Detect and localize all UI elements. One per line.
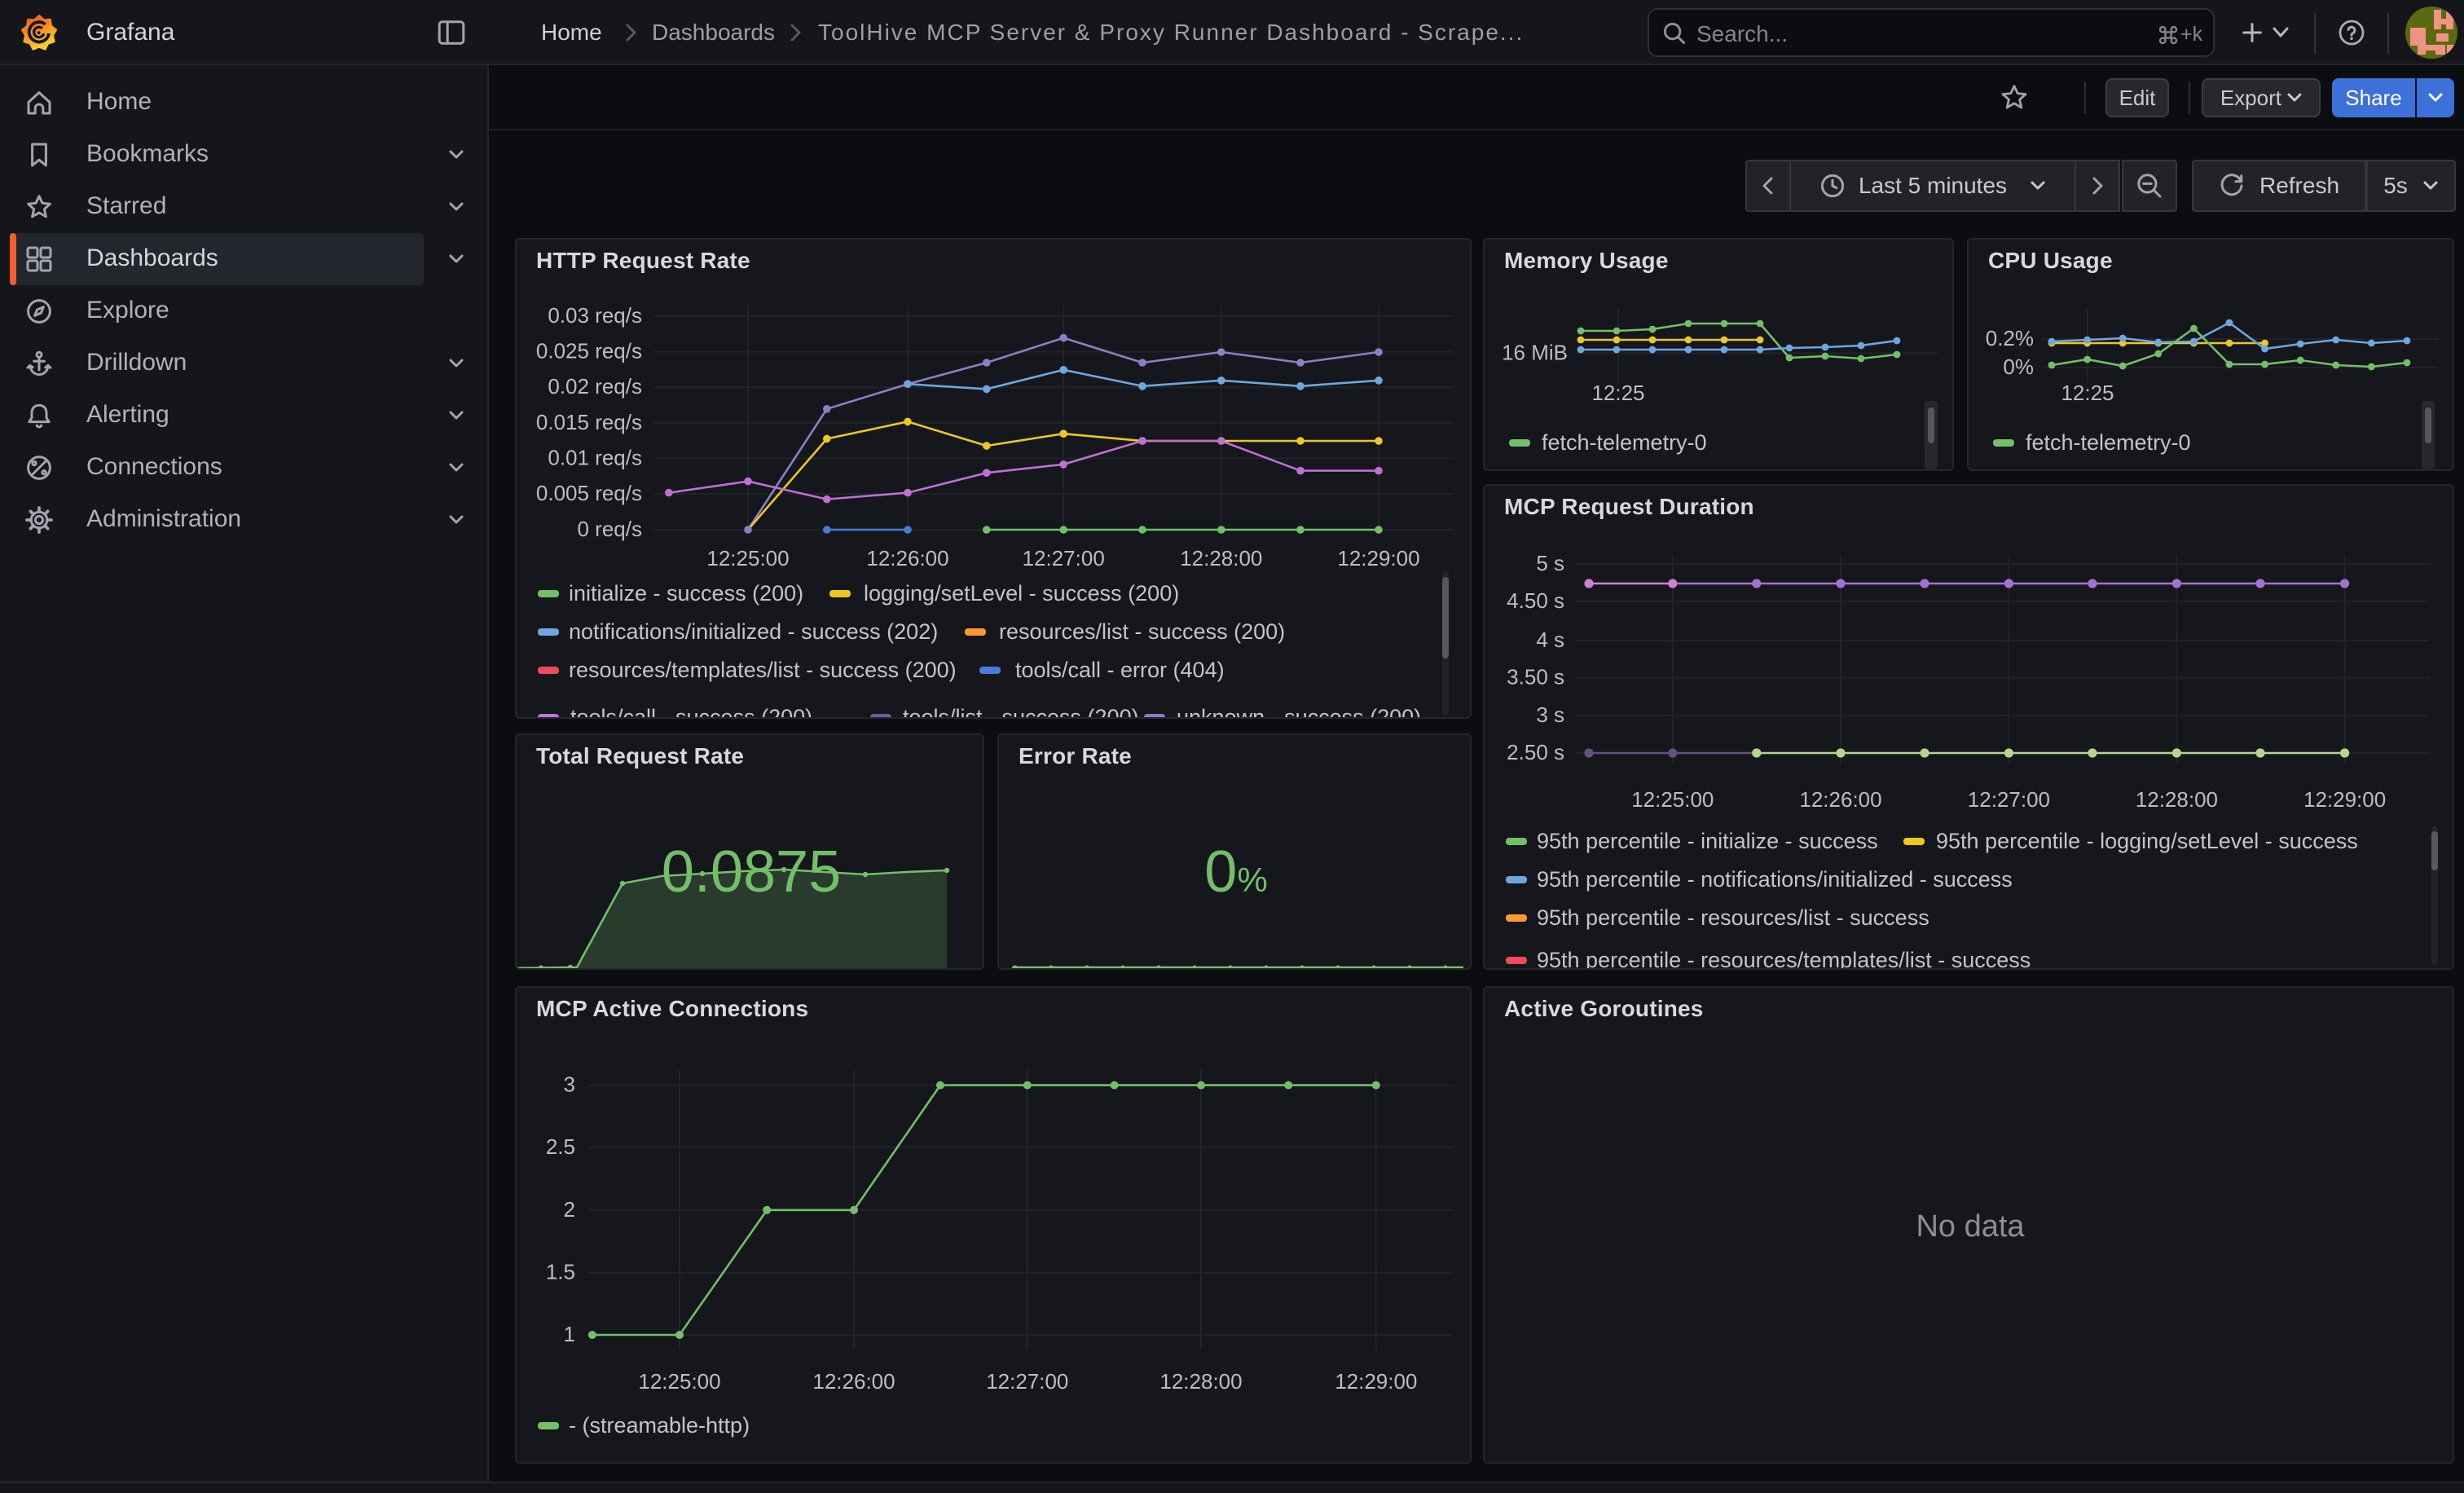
svg-text:0.015 req/s: 0.015 req/s [536,410,642,434]
svg-text:12:29:00: 12:29:00 [1335,1369,1417,1394]
svg-text:12:25:00: 12:25:00 [638,1369,720,1394]
svg-text:12:29:00: 12:29:00 [1337,546,1419,570]
svg-text:12:27:00: 12:27:00 [1023,546,1105,570]
svg-text:12:25: 12:25 [2061,381,2114,405]
svg-text:16 MiB: 16 MiB [1502,340,1568,364]
svg-text:12:26:00: 12:26:00 [1799,787,1881,812]
svg-text:1.5: 1.5 [546,1260,575,1284]
svg-text:0.03 req/s: 0.03 req/s [548,303,642,328]
svg-text:12:25:00: 12:25:00 [1631,787,1714,812]
svg-text:5 s: 5 s [1536,551,1564,575]
svg-text:0.025 req/s: 0.025 req/s [536,339,642,363]
svg-text:3.50 s: 3.50 s [1507,664,1564,689]
svg-text:12:27:00: 12:27:00 [986,1369,1068,1394]
svg-text:12:28:00: 12:28:00 [1159,1369,1242,1394]
svg-text:0%: 0% [2003,355,2034,379]
svg-text:12:27:00: 12:27:00 [1968,787,2050,812]
svg-text:3 s: 3 s [1536,702,1564,727]
svg-text:2.5: 2.5 [546,1134,575,1159]
svg-text:0.005 req/s: 0.005 req/s [536,481,642,505]
svg-text:12:28:00: 12:28:00 [1180,546,1262,570]
svg-text:3: 3 [564,1072,575,1097]
svg-text:0 req/s: 0 req/s [578,517,643,541]
svg-text:2.50 s: 2.50 s [1507,740,1564,764]
svg-text:4 s: 4 s [1536,628,1564,652]
svg-text:0.01 req/s: 0.01 req/s [548,445,642,469]
svg-text:0.2%: 0.2% [1986,326,2034,350]
svg-text:12:29:00: 12:29:00 [2303,787,2386,812]
svg-text:12:28:00: 12:28:00 [2136,787,2218,812]
svg-text:2: 2 [564,1197,575,1222]
svg-text:0.02 req/s: 0.02 req/s [548,374,642,399]
svg-text:12:26:00: 12:26:00 [812,1369,895,1394]
svg-text:1: 1 [564,1322,575,1346]
svg-text:4.50 s: 4.50 s [1507,588,1564,613]
svg-text:12:26:00: 12:26:00 [866,546,948,570]
svg-text:12:25:00: 12:25:00 [706,546,789,570]
svg-text:12:25: 12:25 [1591,381,1644,405]
